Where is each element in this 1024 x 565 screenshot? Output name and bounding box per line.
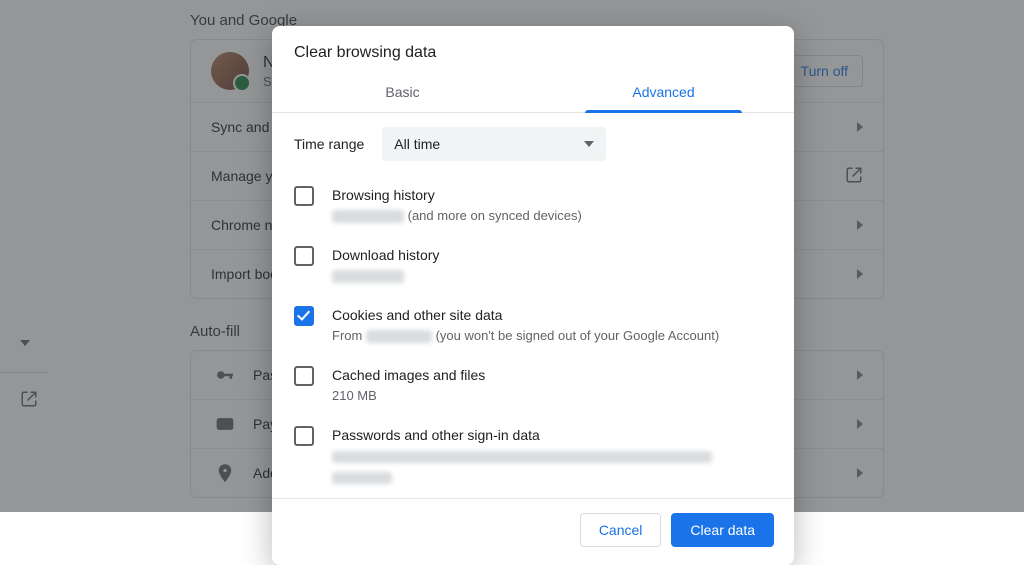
redacted-text <box>366 330 432 343</box>
option-title: Cookies and other site data <box>332 305 772 325</box>
dialog-body: Time range All time Browsing history (an… <box>272 113 794 498</box>
option-cache[interactable]: Cached images and files 210 MB <box>294 355 772 415</box>
redacted-text <box>332 210 404 223</box>
checkbox-cookies[interactable] <box>294 306 314 326</box>
clear-data-button[interactable]: Clear data <box>671 513 774 547</box>
option-subtitle <box>332 446 772 484</box>
redacted-text <box>332 451 712 463</box>
checkbox-download-history[interactable] <box>294 246 314 266</box>
dialog-title: Clear browsing data <box>272 26 794 74</box>
option-subtitle: From (you won't be signed out of your Go… <box>332 326 772 345</box>
checkbox-browsing-history[interactable] <box>294 186 314 206</box>
time-range-label: Time range <box>294 136 364 152</box>
time-range-select[interactable]: All time <box>382 127 606 161</box>
dialog-tabs: Basic Advanced <box>272 74 794 113</box>
option-title: Passwords and other sign-in data <box>332 425 772 445</box>
option-subtitle: 210 MB <box>332 386 772 405</box>
option-download-history[interactable]: Download history <box>294 235 772 295</box>
clear-browsing-data-dialog: Clear browsing data Basic Advanced Time … <box>272 26 794 565</box>
checkbox-passwords[interactable] <box>294 426 314 446</box>
option-subtitle: (and more on synced devices) <box>332 206 772 225</box>
option-title: Cached images and files <box>332 365 772 385</box>
dropdown-caret-icon <box>584 141 594 147</box>
option-passwords[interactable]: Passwords and other sign-in data <box>294 415 772 494</box>
option-browsing-history[interactable]: Browsing history (and more on synced dev… <box>294 175 772 235</box>
tab-basic[interactable]: Basic <box>272 74 533 112</box>
option-cookies[interactable]: Cookies and other site data From (you wo… <box>294 295 772 355</box>
cancel-button[interactable]: Cancel <box>580 513 662 547</box>
checkbox-cache[interactable] <box>294 366 314 386</box>
option-title: Browsing history <box>332 185 772 205</box>
dialog-footer: Cancel Clear data <box>272 498 794 565</box>
redacted-text <box>332 472 392 484</box>
option-title: Download history <box>332 245 772 265</box>
option-subtitle <box>332 266 772 285</box>
time-range-value: All time <box>394 136 440 152</box>
tab-advanced[interactable]: Advanced <box>533 74 794 112</box>
redacted-text <box>332 270 404 283</box>
